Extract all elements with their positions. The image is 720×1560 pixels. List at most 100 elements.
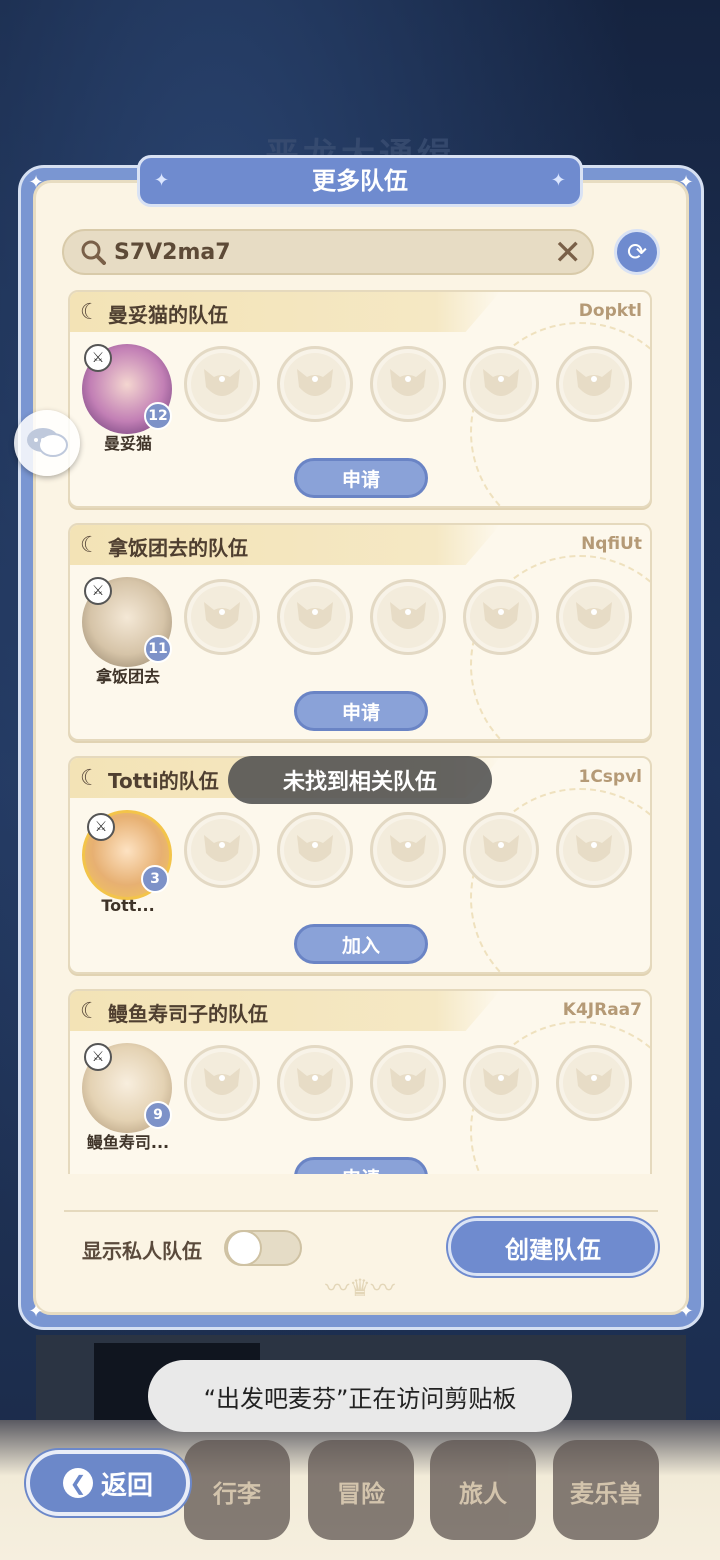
corner-ornament-icon: ✦: [28, 1301, 44, 1322]
back-button[interactable]: ❮ 返回: [26, 1450, 190, 1516]
tab-traveler[interactable]: 旅人: [430, 1440, 536, 1540]
team-icon: ☾: [80, 533, 100, 558]
empty-slot: [556, 1045, 632, 1121]
team-icon: ☾: [80, 300, 100, 325]
back-label: 返回: [100, 1470, 153, 1501]
clipboard-toast: “出发吧麦芬”正在访问剪贴板: [148, 1360, 572, 1432]
team-card: ☾ 鳗鱼寿司子的队伍 K4JRaa7 ⚔ 9 鳗鱼寿司... 申请: [68, 989, 652, 1174]
cat-slot-icon: [483, 1068, 519, 1095]
tab-luggage[interactable]: 行李: [184, 1440, 290, 1540]
empty-slot: [184, 1045, 260, 1121]
team-code: 1Cspvl: [578, 767, 642, 787]
leader-name: 鳗鱼寿司...: [86, 1133, 170, 1152]
refresh-button[interactable]: ⟳: [614, 229, 660, 275]
cat-slot-icon: [390, 1068, 426, 1095]
leader-sword-icon: ⚔: [84, 1043, 112, 1071]
empty-slot: [463, 346, 539, 422]
leader-avatar[interactable]: ⚔ 12: [82, 344, 172, 434]
leader-name: 拿饭团去: [95, 667, 160, 686]
cat-slot-icon: [204, 835, 240, 862]
dialog-title: 更多队伍: [312, 167, 408, 195]
leader-sword-icon: ⚔: [84, 577, 112, 605]
level-badge: 11: [144, 635, 172, 663]
empty-slot: [463, 1045, 539, 1121]
cat-slot-icon: [204, 1068, 240, 1095]
not-found-toast: 未找到相关队伍: [228, 756, 492, 804]
corner-ornament-icon: ✦: [678, 1301, 694, 1322]
level-badge: 12: [144, 402, 172, 430]
team-card: ☾ 曼妥猫的队伍 Dopktl ⚔ 12 曼妥猫 申请: [68, 290, 652, 508]
cat-slot-icon: [390, 369, 426, 396]
cat-slot-icon: [483, 369, 519, 396]
refresh-icon: ⟳: [626, 238, 648, 266]
leader-avatar[interactable]: ⚔ 11: [82, 577, 172, 667]
level-badge: 9: [144, 1101, 172, 1129]
team-name: 鳗鱼寿司子的队伍: [108, 1002, 268, 1026]
search-icon: [81, 240, 106, 265]
join-button[interactable]: 加入: [294, 924, 428, 964]
clear-search-icon[interactable]: ✕: [554, 234, 583, 272]
leader-avatar[interactable]: ⚔ 3: [82, 810, 172, 900]
cat-slot-icon: [297, 369, 333, 396]
cat-slot-icon: [483, 602, 519, 629]
empty-slot: [463, 579, 539, 655]
team-list[interactable]: ☾ 曼妥猫的队伍 Dopktl ⚔ 12 曼妥猫 申请 ☾ 拿饭团去的队伍 Nq…: [62, 288, 660, 1174]
team-icon: ☾: [80, 766, 100, 791]
empty-slot: [184, 812, 260, 888]
cat-slot-icon: [297, 835, 333, 862]
chat-bubble-button[interactable]: [14, 410, 80, 476]
show-private-toggle[interactable]: [224, 1230, 302, 1266]
empty-slot: [277, 579, 353, 655]
footer-emblem-icon: 〰♛〰: [325, 1274, 395, 1302]
empty-slot: [556, 579, 632, 655]
cat-slot-icon: [390, 602, 426, 629]
cat-slot-icon: [204, 602, 240, 629]
cat-slot-icon: [576, 835, 612, 862]
empty-slot: [556, 812, 632, 888]
cat-slot-icon: [576, 1068, 612, 1095]
team-name: 曼妥猫的队伍: [108, 303, 228, 327]
team-code: Dopktl: [578, 301, 642, 321]
corner-ornament-icon: ✦: [678, 172, 694, 193]
empty-slot: [277, 346, 353, 422]
divider: [64, 1210, 658, 1212]
back-arrow-icon: ❮: [62, 1468, 93, 1498]
team-name: 拿饭团去的队伍: [108, 536, 248, 560]
leader-name: Tott...: [101, 896, 155, 915]
team-card: ☾ 拿饭团去的队伍 NqfiUt ⚔ 11 拿饭团去 申请: [68, 523, 652, 741]
empty-slot: [463, 812, 539, 888]
corner-ornament-icon: ✦: [28, 172, 44, 193]
empty-slot: [184, 346, 260, 422]
empty-slot: [370, 579, 446, 655]
apply-button[interactable]: 申请: [294, 458, 428, 498]
empty-slot: [556, 346, 632, 422]
show-private-label: 显示私人队伍: [82, 1239, 202, 1263]
empty-slot: [370, 346, 446, 422]
team-code: K4JRaa7: [562, 1000, 642, 1020]
cat-slot-icon: [483, 835, 519, 862]
create-team-button[interactable]: 创建队伍: [448, 1218, 658, 1276]
empty-slot: [184, 579, 260, 655]
cat-slot-icon: [297, 1068, 333, 1095]
cat-slot-icon: [576, 602, 612, 629]
chat-icon: [27, 428, 68, 457]
empty-slot: [370, 812, 446, 888]
search-field[interactable]: S7V2ma7 ✕: [62, 229, 594, 275]
leader-avatar[interactable]: ⚔ 9: [82, 1043, 172, 1133]
cat-slot-icon: [297, 602, 333, 629]
flourish-icon: ✦: [550, 170, 566, 191]
dialog-title-banner: ✦ 更多队伍 ✦: [137, 155, 583, 207]
apply-button[interactable]: 申请: [294, 691, 428, 731]
level-badge: 3: [141, 865, 169, 893]
apply-button[interactable]: 申请: [294, 1157, 428, 1174]
search-input[interactable]: S7V2ma7: [114, 240, 231, 265]
team-icon: ☾: [80, 999, 100, 1024]
flourish-icon: ✦: [154, 170, 170, 191]
cat-slot-icon: [576, 369, 612, 396]
empty-slot: [277, 812, 353, 888]
tab-pets[interactable]: 麦乐兽: [553, 1440, 659, 1540]
team-code: NqfiUt: [581, 534, 642, 554]
leader-sword-icon: ⚔: [84, 344, 112, 372]
team-name: Totti的队伍: [108, 769, 219, 793]
tab-adventure[interactable]: 冒险: [308, 1440, 414, 1540]
